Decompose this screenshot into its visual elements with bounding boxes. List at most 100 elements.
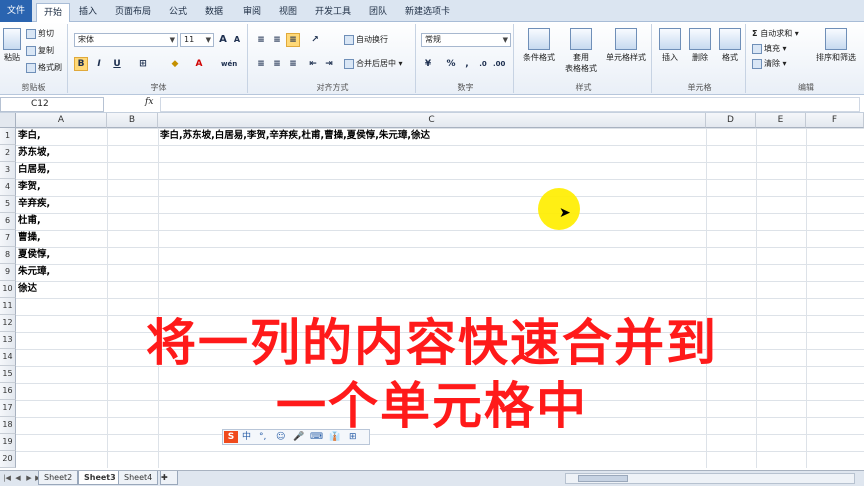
- copy-button[interactable]: 复制: [26, 45, 54, 56]
- decrease-decimal-icon[interactable]: .00: [492, 57, 506, 71]
- row-header[interactable]: 1: [0, 128, 16, 145]
- ime-chinese-mode[interactable]: 中: [242, 431, 251, 444]
- autosum-button[interactable]: Σ 自动求和 ▾: [752, 28, 799, 39]
- cell-a4[interactable]: 李贺,: [18, 179, 41, 196]
- prev-sheet-icon[interactable]: ◀: [13, 473, 23, 484]
- tab-new[interactable]: 新建选项卡: [398, 3, 457, 22]
- cell-a3[interactable]: 白居易,: [18, 162, 50, 179]
- italic-button[interactable]: I: [92, 57, 106, 71]
- ime-voice-icon[interactable]: 🎤: [293, 431, 304, 444]
- align-top-icon[interactable]: ≡: [254, 33, 268, 47]
- border-button[interactable]: ⊞: [136, 57, 150, 71]
- cut-button[interactable]: 剪切: [26, 28, 54, 39]
- cell-a10[interactable]: 徐达: [18, 281, 37, 298]
- comma-button[interactable]: ,: [460, 57, 474, 71]
- tab-data[interactable]: 数据: [198, 3, 230, 22]
- align-bottom-icon[interactable]: ≡: [286, 33, 300, 47]
- align-left-icon[interactable]: ≡: [254, 57, 268, 71]
- ime-punctuation-icon[interactable]: °,: [259, 431, 266, 444]
- tab-home[interactable]: 开始: [36, 3, 71, 22]
- indent-increase-icon[interactable]: ⇥: [322, 57, 336, 71]
- insert-cells-button[interactable]: 插入: [656, 28, 684, 63]
- row-header[interactable]: 10: [0, 281, 16, 298]
- name-box[interactable]: C12: [0, 97, 104, 112]
- tab-file[interactable]: 文件: [0, 0, 33, 22]
- column-header-b[interactable]: B: [107, 113, 158, 128]
- align-center-icon[interactable]: ≡: [270, 57, 284, 71]
- sheet-tab-sheet4[interactable]: Sheet4: [118, 471, 159, 485]
- indent-decrease-icon[interactable]: ⇤: [306, 57, 320, 71]
- grow-font-button[interactable]: A: [216, 33, 230, 47]
- formula-input[interactable]: [160, 97, 860, 112]
- row-header[interactable]: 7: [0, 230, 16, 247]
- next-sheet-icon[interactable]: ▶: [24, 473, 34, 484]
- horizontal-scrollbar[interactable]: [565, 473, 855, 484]
- column-header-a[interactable]: A: [16, 113, 107, 128]
- first-sheet-icon[interactable]: |◀: [2, 473, 12, 484]
- delete-cells-button[interactable]: 删除: [686, 28, 714, 63]
- column-header-c[interactable]: C: [158, 113, 706, 128]
- orientation-icon[interactable]: ↗: [308, 33, 322, 47]
- row-header[interactable]: 20: [0, 451, 16, 468]
- tab-view[interactable]: 视图: [272, 3, 304, 22]
- align-right-icon[interactable]: ≡: [286, 57, 300, 71]
- cell-a1[interactable]: 李白,: [18, 128, 41, 145]
- sogou-logo-icon[interactable]: S: [224, 431, 238, 443]
- row-header[interactable]: 9: [0, 264, 16, 281]
- ime-toolbar[interactable]: S 中 °, ☺ 🎤 ⌨ 👔 ⊞: [222, 429, 370, 445]
- conditional-format-button[interactable]: 条件格式: [518, 28, 560, 63]
- bold-button[interactable]: B: [74, 57, 88, 71]
- clear-button[interactable]: 清除 ▾: [752, 58, 787, 69]
- row-header[interactable]: 4: [0, 179, 16, 196]
- shrink-font-button[interactable]: A: [230, 33, 244, 47]
- font-size-select[interactable]: 11 ▼: [180, 33, 214, 47]
- scroll-thumb[interactable]: [578, 475, 628, 482]
- tab-formulas[interactable]: 公式: [162, 3, 194, 22]
- format-cells-button[interactable]: 格式: [716, 28, 744, 63]
- sheet-tab-sheet2[interactable]: Sheet2: [38, 471, 79, 485]
- row-header[interactable]: 8: [0, 247, 16, 264]
- ime-toolbox-icon[interactable]: ⊞: [349, 431, 357, 444]
- cell-a8[interactable]: 夏侯惇,: [18, 247, 50, 264]
- row-header[interactable]: 5: [0, 196, 16, 213]
- ime-emoji-icon[interactable]: ☺: [276, 431, 285, 444]
- cell-a2[interactable]: 苏东坡,: [18, 145, 50, 162]
- merge-center-button[interactable]: 合并后居中 ▾: [344, 58, 403, 69]
- font-name-select[interactable]: 宋体 ▼: [74, 33, 178, 47]
- align-middle-icon[interactable]: ≡: [270, 33, 284, 47]
- column-header-e[interactable]: E: [756, 113, 806, 128]
- currency-icon[interactable]: ¥: [421, 57, 435, 71]
- row-header[interactable]: 6: [0, 213, 16, 230]
- row-header[interactable]: 2: [0, 145, 16, 162]
- cell-a5[interactable]: 辛弃疾,: [18, 196, 50, 213]
- sort-filter-button[interactable]: 排序和筛选: [810, 28, 862, 63]
- phonetic-button[interactable]: wén: [220, 57, 237, 71]
- tab-review[interactable]: 审阅: [236, 3, 268, 22]
- tab-page-layout[interactable]: 页面布局: [108, 3, 158, 22]
- paste-button[interactable]: 粘贴: [2, 28, 22, 63]
- tab-developer[interactable]: 开发工具: [308, 3, 358, 22]
- cell-styles-button[interactable]: 单元格样式: [602, 28, 650, 63]
- row-header[interactable]: 3: [0, 162, 16, 179]
- sheet-tab-sheet3[interactable]: Sheet3: [78, 471, 122, 485]
- new-sheet-icon[interactable]: ✚: [160, 471, 178, 485]
- cell-c1[interactable]: 李白,苏东坡,白居易,李贺,辛弃疾,杜甫,曹操,夏侯惇,朱元璋,徐达: [160, 128, 430, 145]
- tab-team[interactable]: 团队: [362, 3, 394, 22]
- number-format-select[interactable]: 常规 ▼: [421, 33, 511, 47]
- fill-color-button[interactable]: ◆: [168, 57, 182, 71]
- format-painter-button[interactable]: 格式刷: [26, 62, 62, 73]
- tab-insert[interactable]: 插入: [72, 3, 104, 22]
- table-format-button[interactable]: 套用 表格格式: [560, 28, 602, 74]
- percent-button[interactable]: %: [444, 57, 458, 71]
- ime-keyboard-icon[interactable]: ⌨: [310, 431, 323, 444]
- cell-a7[interactable]: 曹操,: [18, 230, 41, 247]
- font-color-button[interactable]: A: [192, 57, 206, 71]
- ime-skin-icon[interactable]: 👔: [329, 431, 340, 444]
- cell-a6[interactable]: 杜甫,: [18, 213, 41, 230]
- select-all-corner[interactable]: [0, 113, 16, 128]
- underline-button[interactable]: U: [110, 57, 124, 71]
- wrap-text-button[interactable]: 自动换行: [344, 34, 388, 45]
- cell-a9[interactable]: 朱元璋,: [18, 264, 50, 281]
- fx-icon[interactable]: fx: [145, 97, 153, 107]
- fill-button[interactable]: 填充 ▾: [752, 43, 787, 54]
